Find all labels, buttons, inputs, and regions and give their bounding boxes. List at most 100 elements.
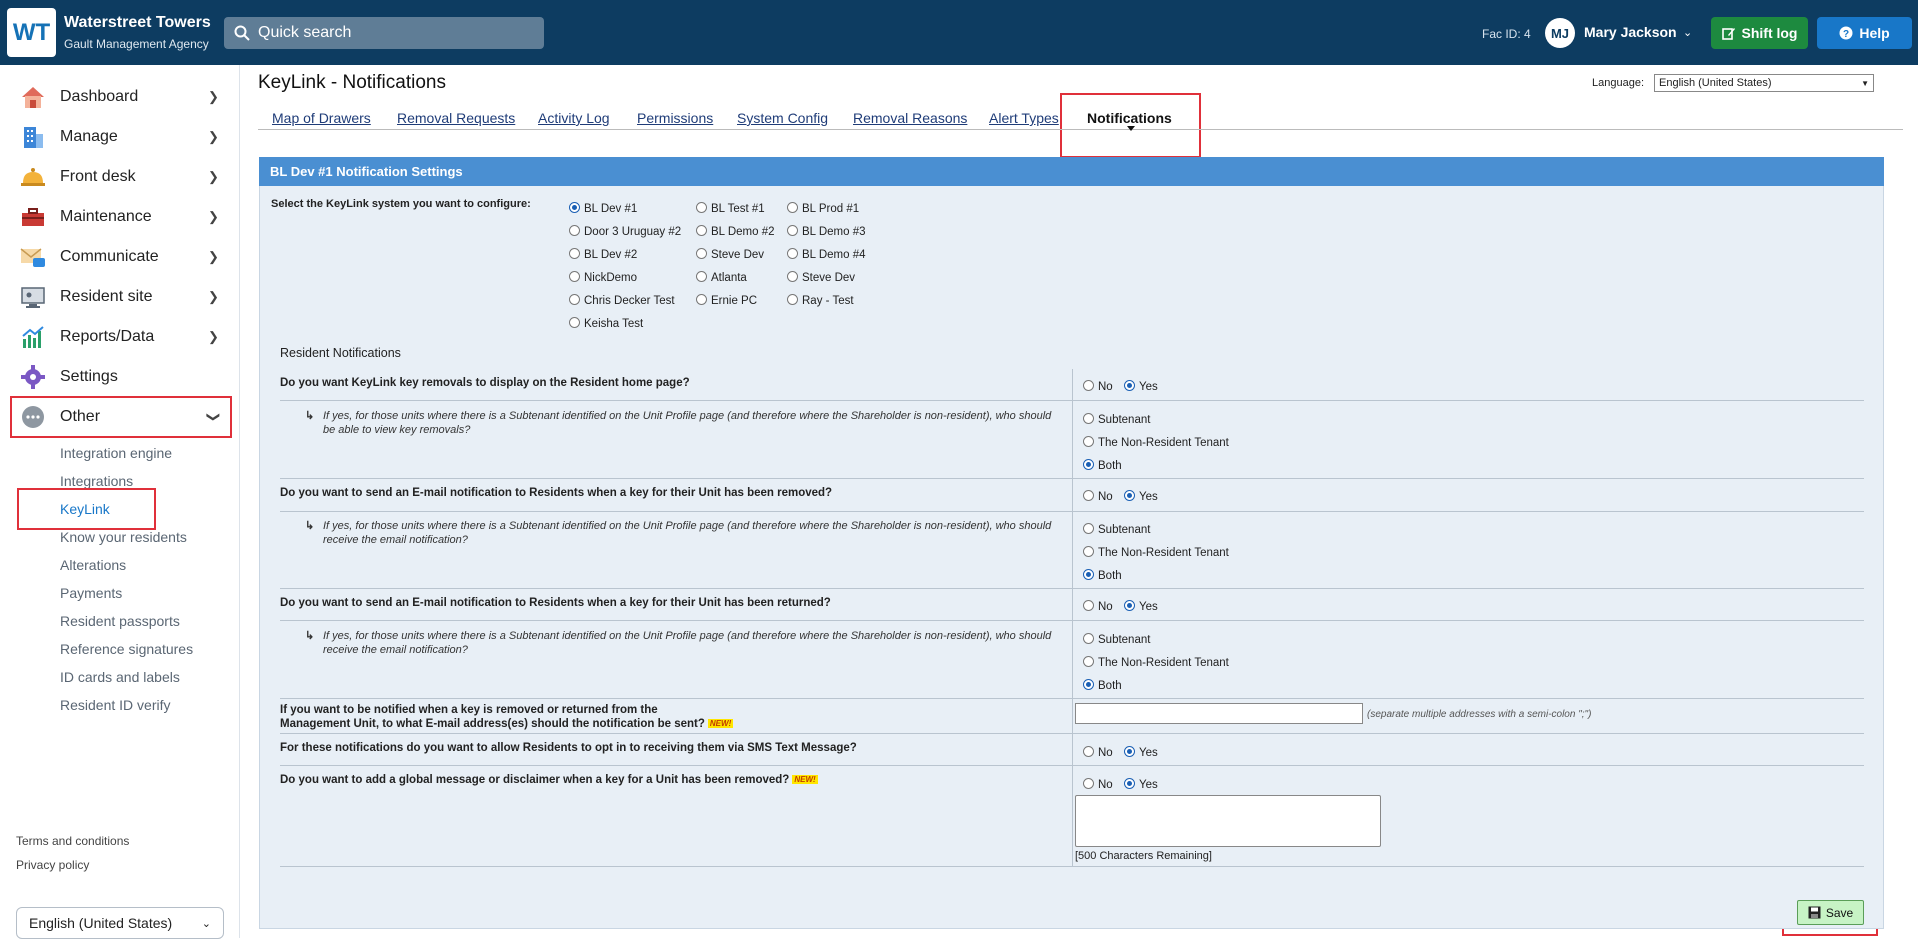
system-option[interactable]: Chris Decker Test [569, 294, 675, 307]
radio-icon[interactable] [569, 294, 580, 305]
radio-selected-icon[interactable] [1083, 459, 1094, 470]
radio-icon[interactable] [787, 294, 798, 305]
q5-no[interactable]: No [1083, 746, 1113, 759]
q1-no[interactable]: No [1083, 380, 1113, 393]
sidebar-subitem-resident-passports[interactable]: Resident passports [60, 613, 180, 629]
logo[interactable]: WT [7, 8, 56, 57]
radio-icon[interactable] [1083, 413, 1094, 424]
system-option[interactable]: BL Demo #3 [787, 225, 866, 238]
sidebar-subitem-know-your-residents[interactable]: Know your residents [60, 529, 187, 545]
user-name[interactable]: Mary Jackson [1584, 24, 1677, 40]
radio-icon[interactable] [1083, 600, 1094, 611]
system-option[interactable]: BL Prod #1 [787, 202, 859, 215]
sidebar-subitem-alterations[interactable]: Alterations [60, 557, 126, 573]
radio-icon[interactable] [1083, 436, 1094, 447]
radio-icon[interactable] [1083, 633, 1094, 644]
radio-icon[interactable] [569, 225, 580, 236]
q2-yes[interactable]: Yes [1124, 490, 1158, 503]
radio-selected-icon[interactable] [1124, 490, 1135, 501]
sidebar-item-resident-site[interactable]: Resident site ❯ [0, 277, 240, 317]
system-option[interactable]: BL Dev #1 [569, 202, 637, 215]
q1-subtenant[interactable]: Subtenant [1083, 413, 1150, 426]
tab-map-of-drawers[interactable]: Map of Drawers [272, 110, 371, 126]
radio-selected-icon[interactable] [1124, 380, 1135, 391]
system-option[interactable]: Door 3 Uruguay #2 [569, 225, 681, 238]
system-option[interactable]: Ray - Test [787, 294, 854, 307]
radio-selected-icon[interactable] [569, 202, 580, 213]
q1-both[interactable]: Both [1083, 459, 1122, 472]
radio-icon[interactable] [1083, 656, 1094, 667]
q5-yes[interactable]: Yes [1124, 746, 1158, 759]
radio-icon[interactable] [1083, 546, 1094, 557]
sidebar-item-manage[interactable]: Manage ❯ [0, 117, 240, 157]
q3-non-resident[interactable]: The Non-Resident Tenant [1083, 656, 1229, 669]
disclaimer-textarea[interactable] [1075, 795, 1381, 847]
system-option[interactable]: Ernie PC [696, 294, 757, 307]
tab-removal-reasons[interactable]: Removal Reasons [853, 110, 967, 126]
help-button[interactable]: ? Help [1817, 17, 1912, 49]
q6-yes[interactable]: Yes [1124, 778, 1158, 791]
radio-icon[interactable] [696, 248, 707, 259]
radio-icon[interactable] [787, 271, 798, 282]
q3-both[interactable]: Both [1083, 679, 1122, 692]
radio-icon[interactable] [787, 202, 798, 213]
sidebar-item-communicate[interactable]: Communicate ❯ [0, 237, 240, 277]
system-option[interactable]: NickDemo [569, 271, 637, 284]
radio-selected-icon[interactable] [1083, 679, 1094, 690]
radio-icon[interactable] [569, 248, 580, 259]
radio-icon[interactable] [787, 248, 798, 259]
radio-icon[interactable] [1083, 746, 1094, 757]
terms-link[interactable]: Terms and conditions [16, 834, 129, 848]
q6-no[interactable]: No [1083, 778, 1113, 791]
system-option[interactable]: BL Test #1 [696, 202, 765, 215]
system-option[interactable]: Steve Dev [696, 248, 764, 261]
radio-icon[interactable] [569, 317, 580, 328]
chevron-down-icon[interactable]: ⌄ [1683, 26, 1692, 39]
radio-icon[interactable] [696, 271, 707, 282]
language-select[interactable]: English (United States) ▼ [1654, 74, 1874, 92]
sidebar-item-front-desk[interactable]: Front desk ❯ [0, 157, 240, 197]
tab-system-config[interactable]: System Config [737, 110, 828, 126]
system-option[interactable]: BL Demo #4 [787, 248, 866, 261]
sidebar-item-dashboard[interactable]: Dashboard ❯ [0, 77, 240, 117]
sidebar-subitem-integrations[interactable]: Integrations [60, 473, 133, 489]
radio-selected-icon[interactable] [1124, 746, 1135, 757]
save-button[interactable]: Save [1797, 900, 1864, 925]
radio-icon[interactable] [1083, 523, 1094, 534]
radio-icon[interactable] [1083, 778, 1094, 789]
q3-yes[interactable]: Yes [1124, 600, 1158, 613]
q1-yes[interactable]: Yes [1124, 380, 1158, 393]
notification-email-input[interactable] [1075, 703, 1363, 724]
privacy-link[interactable]: Privacy policy [16, 858, 89, 872]
q2-subtenant[interactable]: Subtenant [1083, 523, 1150, 536]
radio-icon[interactable] [696, 294, 707, 305]
q2-no[interactable]: No [1083, 490, 1113, 503]
avatar[interactable]: MJ [1545, 18, 1575, 48]
tab-removal-requests[interactable]: Removal Requests [397, 110, 515, 126]
sidebar-item-settings[interactable]: Settings [0, 357, 240, 397]
tab-permissions[interactable]: Permissions [637, 110, 713, 126]
tab-notifications[interactable]: Notifications [1087, 110, 1172, 126]
radio-icon[interactable] [696, 202, 707, 213]
sidebar-subitem-id-cards[interactable]: ID cards and labels [60, 669, 180, 685]
system-option[interactable]: BL Dev #2 [569, 248, 637, 261]
tab-alert-types[interactable]: Alert Types [989, 110, 1059, 126]
system-option[interactable]: BL Demo #2 [696, 225, 775, 238]
radio-selected-icon[interactable] [1124, 778, 1135, 789]
tab-activity-log[interactable]: Activity Log [538, 110, 610, 126]
system-option[interactable]: Atlanta [696, 271, 747, 284]
sidebar-language-select[interactable]: English (United States) ⌄ [16, 907, 224, 939]
radio-icon[interactable] [696, 225, 707, 236]
sidebar-subitem-integration-engine[interactable]: Integration engine [60, 445, 172, 461]
q2-both[interactable]: Both [1083, 569, 1122, 582]
q1-non-resident[interactable]: The Non-Resident Tenant [1083, 436, 1229, 449]
radio-selected-icon[interactable] [1124, 600, 1135, 611]
radio-icon[interactable] [569, 271, 580, 282]
sidebar-subitem-reference-signatures[interactable]: Reference signatures [60, 641, 193, 657]
shift-log-button[interactable]: Shift log [1711, 17, 1808, 49]
system-option[interactable]: Keisha Test [569, 317, 643, 330]
radio-icon[interactable] [1083, 380, 1094, 391]
sidebar-subitem-payments[interactable]: Payments [60, 585, 122, 601]
sidebar-item-maintenance[interactable]: Maintenance ❯ [0, 197, 240, 237]
system-option[interactable]: Steve Dev [787, 271, 855, 284]
